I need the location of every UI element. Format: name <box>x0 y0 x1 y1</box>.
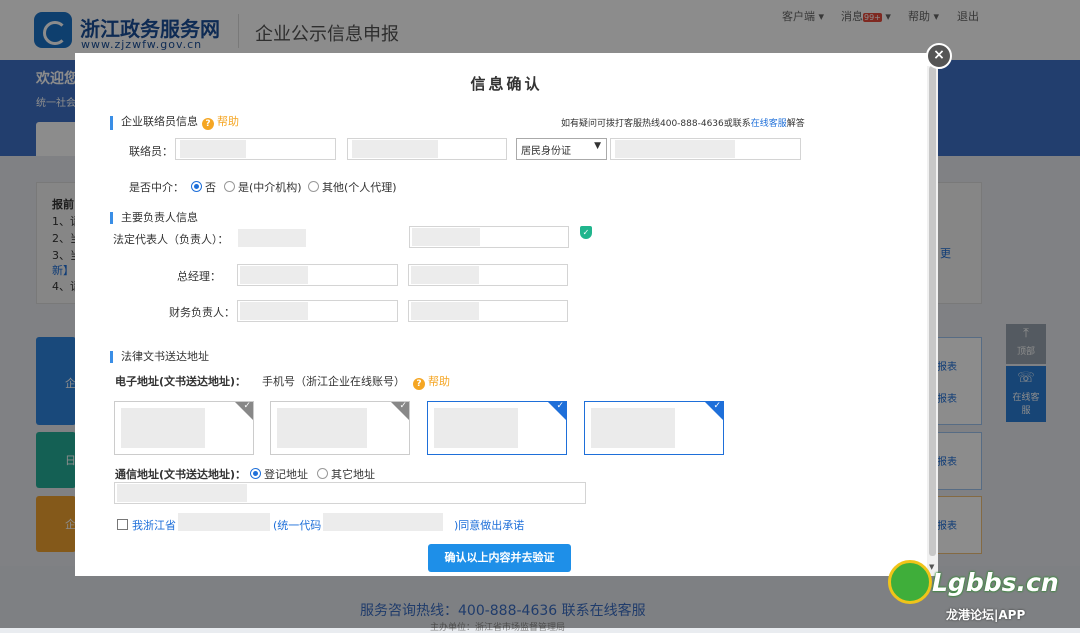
redacted-value <box>117 484 247 502</box>
e-address-text: 手机号（浙江企业在线账号） <box>262 375 405 388</box>
option-label: 是(中介机构) <box>238 181 302 194</box>
redacted-value <box>121 408 205 448</box>
help-icon[interactable]: ? <box>202 118 214 130</box>
id-type-value: 居民身份证 <box>521 146 571 157</box>
option-label: 其他(个人代理) <box>322 181 397 194</box>
legal-rep-name <box>238 229 306 247</box>
option-label: 其它地址 <box>331 468 375 481</box>
redacted-value <box>240 266 308 284</box>
contact-phone-input[interactable] <box>347 138 507 160</box>
gm-id-input[interactable] <box>408 264 568 286</box>
id-number-input[interactable] <box>610 138 801 160</box>
intermediary-option-personal[interactable]: 其他(个人代理) <box>308 179 397 195</box>
check-icon: ✓ <box>399 401 407 411</box>
e-address-card[interactable]: ✓ <box>270 401 410 455</box>
section-legal-address: 法律文书送达地址 <box>110 351 209 363</box>
scrollbar-thumb[interactable] <box>929 66 936 556</box>
redacted-value <box>412 228 480 246</box>
help-link[interactable]: 帮助 <box>217 115 239 128</box>
id-type-select[interactable]: 居民身份证 ▼ <box>516 138 607 160</box>
dialog-scrollbar[interactable]: ▼ <box>927 66 938 576</box>
mail-option-other[interactable]: 其它地址 <box>317 466 375 482</box>
redacted-value <box>434 408 518 448</box>
watermark-logo-icon <box>888 560 932 604</box>
mail-address-label: 通信地址(文书送达地址)： <box>115 468 247 481</box>
mail-address-input[interactable] <box>114 482 586 504</box>
dialog-title: 信息确认 <box>470 75 543 93</box>
e-address-card[interactable]: ✓ <box>114 401 254 455</box>
promise-code-text[interactable]: (统一代码 <box>273 517 321 533</box>
confirm-verify-button[interactable]: 确认以上内容并去验证 <box>428 544 571 572</box>
e-address-label: 电子地址(文书送达地址)： <box>115 375 247 388</box>
promise-suffix-text[interactable]: )同意做出承诺 <box>454 517 524 533</box>
section-contact-title: 企业联络员信息 <box>121 115 198 128</box>
check-icon: ✓ <box>243 401 251 411</box>
section-leader: 主要负责人信息 <box>110 212 198 224</box>
watermark-brand: Lgbbs.cn <box>932 568 1059 597</box>
redacted-code <box>323 513 443 531</box>
gm-name-input[interactable] <box>237 264 398 286</box>
radio-selected-icon[interactable] <box>191 181 202 192</box>
gm-label: 总经理： <box>177 270 221 283</box>
mail-option-registered[interactable]: 登记地址 <box>250 466 308 482</box>
check-icon: ✓ <box>713 401 721 411</box>
section-contact: 企业联络员信息? 帮助 <box>110 116 239 130</box>
close-icon[interactable]: × <box>926 43 952 69</box>
radio-selected-icon[interactable] <box>250 468 261 479</box>
watermark-sub: 龙港论坛|APP <box>946 608 1026 622</box>
redacted-value <box>411 302 479 320</box>
radio-icon[interactable] <box>317 468 328 479</box>
intermediary-option-agency[interactable]: 是(中介机构) <box>224 179 302 195</box>
redacted-value <box>411 266 479 284</box>
chevron-down-icon: ▼ <box>594 141 601 151</box>
promise-row: 我浙江省 <box>117 517 176 533</box>
redacted-value <box>352 140 438 158</box>
finance-name-input[interactable] <box>237 300 398 322</box>
redacted-value <box>615 140 735 158</box>
info-confirm-dialog: 信息确认 企业联络员信息? 帮助 如有疑问可拨打客服热线400-888-4636或… <box>75 53 938 576</box>
e-address-card-selected[interactable]: ✓ <box>584 401 724 455</box>
e-address-card-selected[interactable]: ✓ <box>427 401 567 455</box>
finance-id-input[interactable] <box>408 300 568 322</box>
finance-label: 财务负责人： <box>169 306 235 319</box>
legal-rep-label: 法定代表人（负责人）： <box>113 233 229 246</box>
online-service-link[interactable]: 在线客服 <box>751 119 787 129</box>
radio-icon[interactable] <box>308 181 319 192</box>
contact-label: 联络员： <box>129 145 173 158</box>
intermediary-label: 是否中介： <box>129 181 184 194</box>
contact-name-input[interactable] <box>175 138 336 160</box>
promise-checkbox[interactable] <box>117 519 128 530</box>
hotline-tip-text: 如有疑问可拨打客服热线400-888-4636或联系 <box>561 119 751 129</box>
help-icon[interactable]: ? <box>413 378 425 390</box>
redacted-value <box>240 302 308 320</box>
intermediary-option-no[interactable]: 否 <box>191 179 216 195</box>
promise-text[interactable]: 我浙江省 <box>132 519 176 532</box>
e-address-value: 手机号（浙江企业在线账号）? 帮助 <box>262 373 450 390</box>
hotline-tip-suffix: 解答 <box>786 119 805 129</box>
option-label: 否 <box>205 181 216 194</box>
redacted-value <box>277 408 367 448</box>
legal-rep-id-input[interactable] <box>409 226 569 248</box>
radio-icon[interactable] <box>224 181 235 192</box>
verified-shield-icon: ✓ <box>580 226 592 239</box>
hotline-tip: 如有疑问可拨打客服热线400-888-4636或联系在线客服解答 <box>561 116 805 129</box>
redacted-value <box>180 140 246 158</box>
redacted-value <box>591 408 675 448</box>
check-icon: ✓ <box>556 401 564 411</box>
option-label: 登记地址 <box>264 468 308 481</box>
help-link[interactable]: 帮助 <box>428 375 450 388</box>
redacted-company <box>178 513 270 531</box>
